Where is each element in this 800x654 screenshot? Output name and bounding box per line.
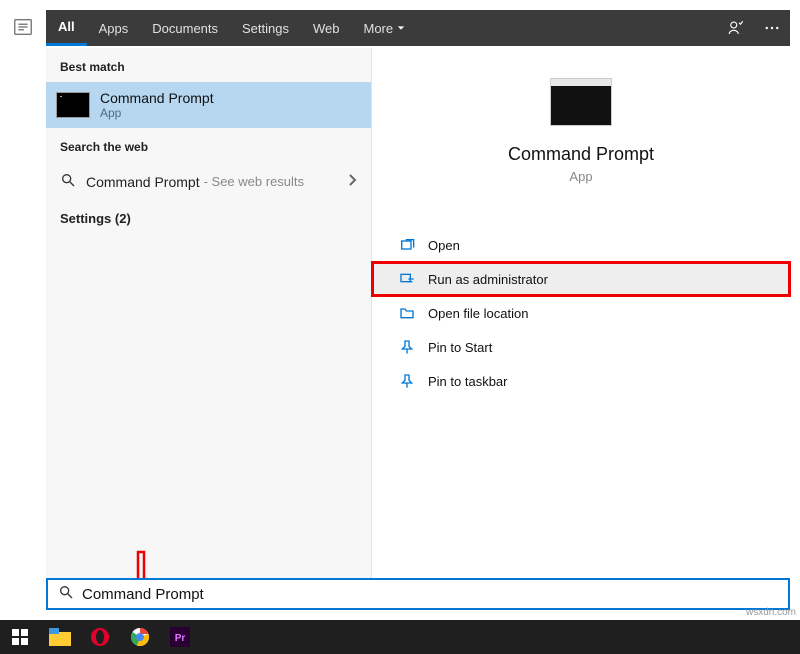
action-open-file-location[interactable]: Open file location bbox=[372, 296, 790, 330]
search-filter-tabs: All Apps Documents Settings Web More bbox=[46, 10, 790, 46]
admin-icon bbox=[398, 270, 416, 288]
search-icon bbox=[58, 584, 74, 605]
action-openloc-label: Open file location bbox=[428, 306, 528, 321]
tab-more[interactable]: More bbox=[352, 10, 418, 46]
best-match-header: Best match bbox=[46, 48, 371, 82]
action-run-as-administrator[interactable]: Run as administrator bbox=[372, 262, 790, 296]
taskbar-file-explorer[interactable] bbox=[44, 623, 76, 651]
cmd-large-icon bbox=[550, 78, 612, 126]
action-pin-to-start[interactable]: Pin to Start bbox=[372, 330, 790, 364]
watermark: wsxdn.com bbox=[746, 607, 796, 618]
feedback-icon[interactable] bbox=[718, 10, 754, 46]
web-query-text: Command Prompt bbox=[86, 174, 200, 190]
pin-start-icon bbox=[398, 338, 416, 356]
chevron-right-icon bbox=[347, 173, 357, 190]
taskbar-premiere[interactable]: Pr bbox=[164, 623, 196, 651]
preview-subtitle: App bbox=[372, 169, 790, 184]
cmd-thumb-icon bbox=[56, 92, 90, 118]
search-icon bbox=[60, 172, 76, 191]
folder-icon bbox=[398, 304, 416, 322]
web-result[interactable]: Command Prompt - See web results bbox=[46, 162, 371, 201]
tab-all[interactable]: All bbox=[46, 10, 87, 46]
action-pintask-label: Pin to taskbar bbox=[428, 374, 508, 389]
best-match-subtitle: App bbox=[100, 106, 214, 120]
results-pane: Best match Command Prompt App Search the… bbox=[46, 48, 372, 578]
action-runadmin-label: Run as administrator bbox=[428, 272, 548, 287]
pin-taskbar-icon bbox=[398, 372, 416, 390]
action-open-label: Open bbox=[428, 238, 460, 253]
actions-list: Open Run as administrator Open file loca… bbox=[372, 228, 790, 398]
action-pin-to-taskbar[interactable]: Pin to taskbar bbox=[372, 364, 790, 398]
taskbar: Pr bbox=[0, 620, 800, 654]
best-match-title: Command Prompt bbox=[100, 90, 214, 106]
search-web-header: Search the web bbox=[46, 128, 371, 162]
reading-view-icon bbox=[12, 16, 36, 40]
action-pinstart-label: Pin to Start bbox=[428, 340, 492, 355]
tab-apps[interactable]: Apps bbox=[87, 10, 141, 46]
open-icon bbox=[398, 236, 416, 254]
svg-text:Pr: Pr bbox=[175, 633, 186, 644]
web-sub-text: - See web results bbox=[204, 174, 304, 189]
best-match-result[interactable]: Command Prompt App bbox=[46, 82, 371, 128]
search-input-container[interactable] bbox=[46, 578, 790, 610]
start-button[interactable] bbox=[4, 623, 36, 651]
taskbar-chrome[interactable] bbox=[124, 623, 156, 651]
more-options-icon[interactable] bbox=[754, 10, 790, 46]
settings-results-row[interactable]: Settings (2) bbox=[46, 201, 371, 236]
tab-settings[interactable]: Settings bbox=[230, 10, 301, 46]
tab-web[interactable]: Web bbox=[301, 10, 352, 46]
preview-title: Command Prompt bbox=[372, 144, 790, 165]
tab-documents[interactable]: Documents bbox=[140, 10, 230, 46]
preview-pane: Command Prompt App Open Run as administr… bbox=[372, 48, 790, 578]
action-open[interactable]: Open bbox=[372, 228, 790, 262]
taskbar-opera[interactable] bbox=[84, 623, 116, 651]
search-input[interactable] bbox=[82, 586, 778, 603]
